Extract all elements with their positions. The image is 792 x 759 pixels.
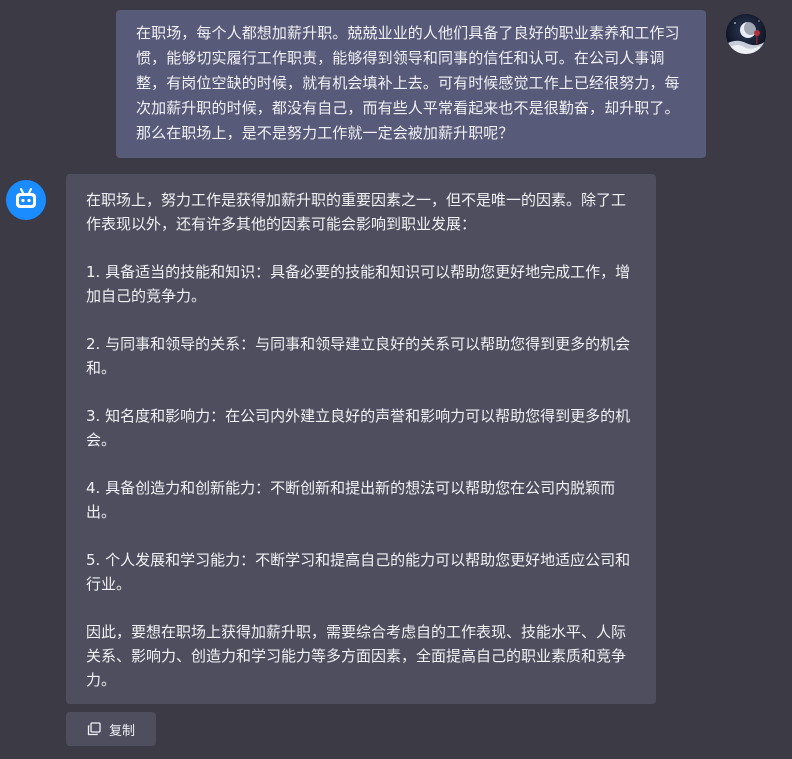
user-avatar-icon	[726, 14, 766, 54]
bot-paragraph-point-4: 4. 具备创造力和创新能力：不断创新和提出新的想法可以帮助您在公司内脱颖而出。	[86, 479, 616, 521]
robot-avatar-icon	[6, 180, 46, 220]
bot-paragraph-conclusion: 因此，要想在职场上获得加薪升职，需要综合考虑自的工作表现、技能水平、人际关系、影…	[86, 623, 627, 689]
bot-paragraph-intro: 在职场上，努力工作是获得加薪升职的重要因素之一，但不是唯一的因素。除了工作表现以…	[86, 191, 627, 233]
copy-button-label: 复制	[108, 723, 135, 739]
bot-paragraph-point-2: 2. 与同事和领导的关系：与同事和领导建立良好的关系可以帮助您得到更多的机会和。	[86, 335, 631, 377]
bot-paragraph-point-1: 1. 具备适当的技能和知识：具备必要的技能和知识可以帮助您更好地完成工作，增加自…	[86, 263, 631, 305]
chat-window: 在职场，每个人都想加薪升职。兢兢业业的人他们具备了良好的职业素养和工作习惯，能够…	[0, 0, 792, 759]
user-message: 在职场，每个人都想加薪升职。兢兢业业的人他们具备了良好的职业素养和工作习惯，能够…	[116, 10, 706, 158]
user-message-text: 在职场，每个人都想加薪升职。兢兢业业的人他们具备了良好的职业素养和工作习惯，能够…	[116, 10, 706, 158]
copy-button[interactable]: 复制	[66, 712, 156, 746]
bot-message: 在职场上，努力工作是获得加薪升职的重要因素之一，但不是唯一的因素。除了工作表现以…	[66, 174, 656, 704]
bot-paragraph-point-5: 5. 个人发展和学习能力：不断学习和提高自己的能力可以帮助您更好地适应公司和行业…	[86, 551, 631, 593]
copy-icon	[87, 722, 101, 736]
bot-paragraph-point-3: 3. 知名度和影响力：在公司内外建立良好的声誉和影响力可以帮助您得到更多的机会。	[86, 407, 631, 449]
